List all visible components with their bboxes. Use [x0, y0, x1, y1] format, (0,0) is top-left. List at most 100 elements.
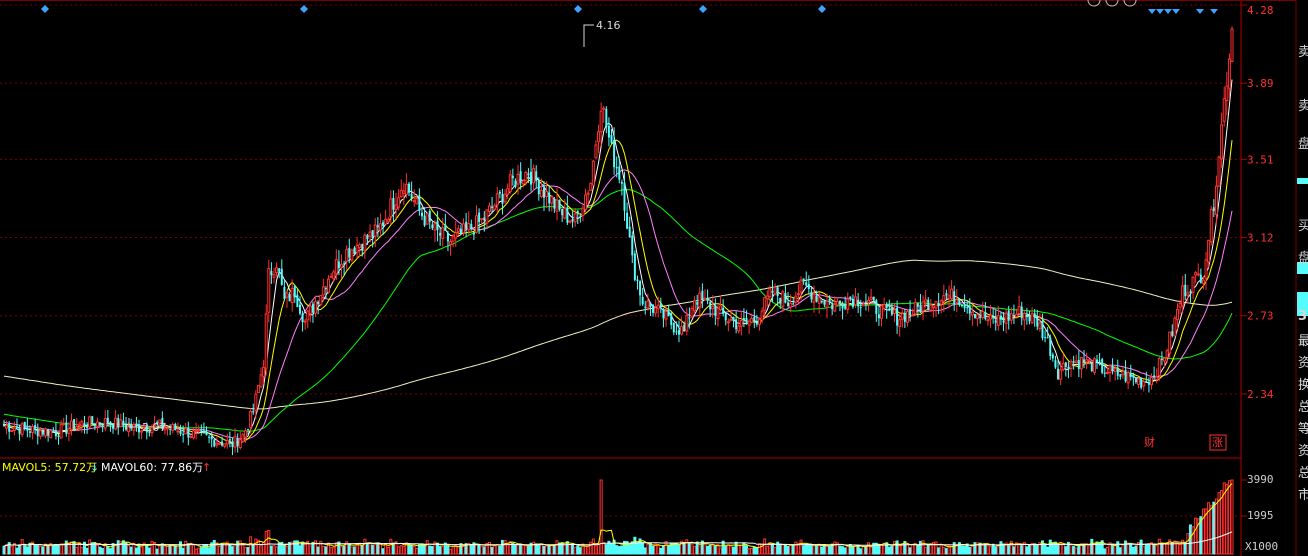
candle[interactable] [820, 300, 823, 304]
candle[interactable] [431, 221, 434, 231]
candle[interactable] [1077, 350, 1080, 378]
candle[interactable] [465, 212, 468, 237]
candle[interactable] [680, 316, 684, 336]
candle[interactable] [553, 196, 556, 213]
candle[interactable] [31, 423, 35, 440]
candle[interactable] [698, 287, 702, 318]
candle[interactable] [231, 437, 234, 456]
candle[interactable] [418, 188, 421, 216]
candle[interactable] [1090, 361, 1093, 372]
candle[interactable] [70, 413, 74, 436]
candle[interactable] [314, 295, 318, 318]
candle[interactable] [735, 311, 738, 334]
candle[interactable] [550, 195, 554, 212]
candle[interactable] [345, 245, 349, 270]
candle[interactable] [332, 269, 336, 283]
candle[interactable] [293, 284, 296, 303]
candle[interactable] [631, 231, 634, 264]
candle[interactable] [350, 248, 354, 263]
candle[interactable] [280, 259, 283, 286]
candle[interactable] [184, 422, 188, 435]
candle[interactable] [425, 212, 429, 225]
candle[interactable] [378, 213, 382, 235]
candle[interactable] [885, 302, 888, 319]
candle[interactable] [1153, 366, 1156, 381]
candle[interactable] [394, 192, 398, 219]
candle[interactable] [942, 284, 946, 312]
candle[interactable] [714, 298, 717, 325]
candle[interactable] [446, 230, 449, 252]
candle[interactable] [835, 297, 839, 306]
candle[interactable] [1079, 356, 1083, 379]
candle[interactable] [662, 308, 665, 328]
candle[interactable] [404, 173, 408, 199]
candle[interactable] [80, 419, 84, 433]
candle[interactable] [334, 249, 338, 280]
candle[interactable] [1147, 377, 1150, 393]
candle[interactable] [1072, 355, 1075, 370]
candle[interactable] [267, 259, 271, 323]
candle[interactable] [584, 188, 588, 213]
candle[interactable] [47, 428, 50, 442]
event-markers[interactable] [41, 5, 1218, 14]
candle[interactable] [805, 271, 808, 287]
candle[interactable] [259, 367, 263, 388]
candle[interactable] [1044, 330, 1047, 343]
candle[interactable] [1101, 357, 1104, 375]
candle[interactable] [301, 310, 304, 332]
stock-chart[interactable]: 4.28 3.89 3.51 3.12 2.73 2.34 4.16 2.07 财 涨 M… [0, 0, 1308, 556]
candle[interactable] [1119, 373, 1122, 380]
candle[interactable] [945, 289, 948, 300]
candle[interactable] [67, 422, 71, 442]
candle[interactable] [591, 159, 595, 186]
candle[interactable] [955, 289, 959, 313]
candle[interactable] [296, 289, 299, 308]
candle[interactable] [402, 182, 406, 205]
candle[interactable] [44, 427, 48, 439]
candle[interactable] [880, 304, 884, 327]
candle[interactable] [397, 189, 401, 211]
candle[interactable] [937, 293, 940, 315]
zhangting-marker[interactable]: 涨 [1212, 436, 1223, 449]
candle[interactable] [854, 287, 858, 308]
candle[interactable] [726, 318, 730, 332]
candle[interactable] [233, 428, 237, 453]
candle[interactable] [973, 313, 976, 319]
candle[interactable] [236, 433, 239, 453]
candle[interactable] [667, 304, 670, 317]
candle[interactable] [1092, 356, 1096, 376]
candle[interactable] [1196, 263, 1200, 277]
candle[interactable] [106, 410, 109, 426]
candle[interactable] [1061, 353, 1065, 372]
candle[interactable] [225, 433, 229, 449]
candle[interactable] [716, 304, 720, 327]
candle[interactable] [88, 415, 92, 429]
candle[interactable] [114, 409, 118, 431]
candle[interactable] [399, 179, 403, 198]
candle[interactable] [1132, 372, 1135, 386]
candle[interactable] [911, 308, 915, 317]
candle[interactable] [994, 309, 997, 331]
candle[interactable] [506, 183, 510, 199]
candle[interactable] [392, 190, 395, 222]
candle[interactable] [966, 300, 969, 314]
candle[interactable] [1028, 310, 1031, 325]
candle[interactable] [1155, 368, 1159, 384]
candle[interactable] [602, 105, 606, 123]
candle[interactable] [753, 309, 756, 329]
candle[interactable] [83, 415, 86, 434]
candle[interactable] [696, 294, 699, 310]
candle[interactable] [953, 285, 956, 311]
candle[interactable] [892, 303, 896, 323]
candle[interactable] [1051, 352, 1054, 362]
candle[interactable] [1054, 355, 1057, 369]
caibao-marker[interactable]: 财 [1144, 435, 1155, 449]
candle[interactable] [1116, 359, 1119, 380]
candle[interactable] [228, 431, 231, 448]
candle[interactable] [275, 262, 279, 277]
candle[interactable] [825, 293, 829, 319]
candle[interactable] [503, 189, 507, 204]
candle[interactable] [1057, 360, 1060, 381]
candle[interactable] [103, 410, 107, 432]
candle[interactable] [597, 124, 601, 154]
